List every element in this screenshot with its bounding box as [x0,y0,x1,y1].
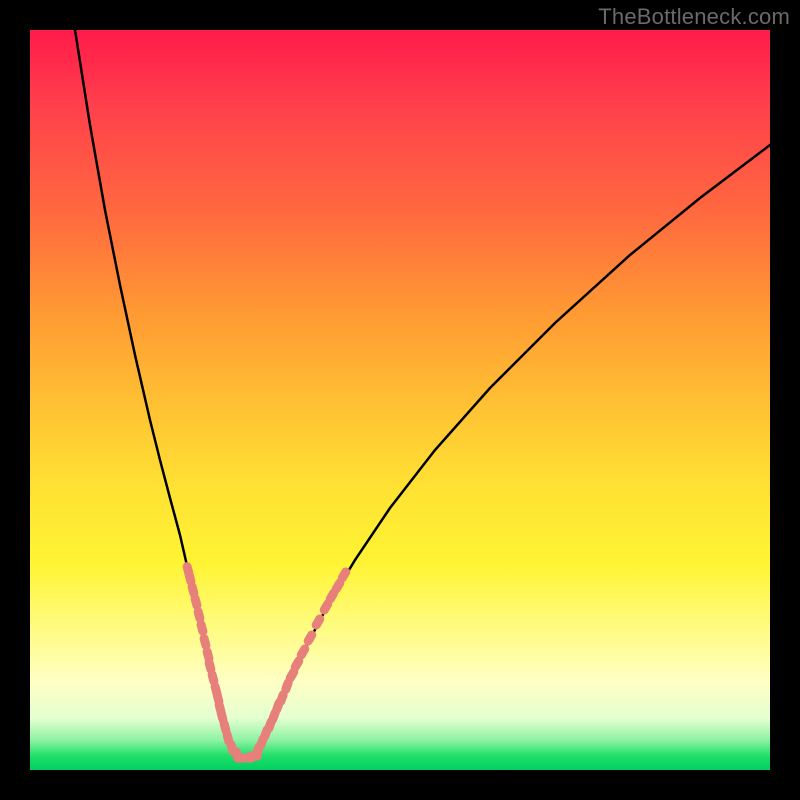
watermark-text: TheBottleneck.com [598,4,790,30]
marker-point [302,629,318,647]
markers-group [182,561,352,764]
curve-svg [30,30,770,770]
plot-area [30,30,770,770]
curve-right-branch [255,145,770,758]
chart-frame: TheBottleneck.com [0,0,800,800]
curve-left-branch [75,30,235,758]
